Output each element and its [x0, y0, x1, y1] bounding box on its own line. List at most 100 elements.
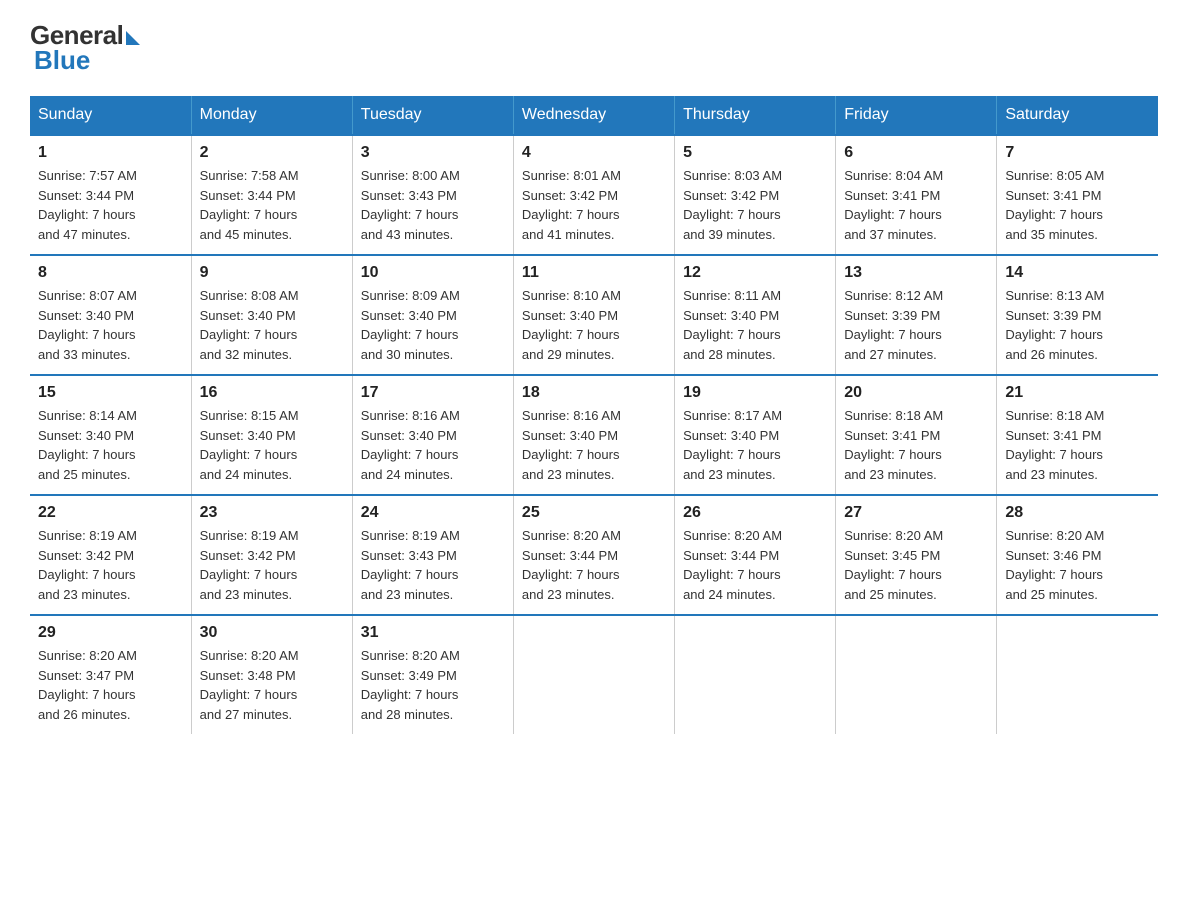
- day-info: Sunrise: 8:12 AMSunset: 3:39 PMDaylight:…: [844, 288, 943, 362]
- day-number: 31: [361, 624, 505, 642]
- calendar-week-row: 15 Sunrise: 8:14 AMSunset: 3:40 PMDaylig…: [30, 375, 1158, 495]
- day-number: 5: [683, 144, 827, 162]
- calendar-cell: 3 Sunrise: 8:00 AMSunset: 3:43 PMDayligh…: [352, 135, 513, 255]
- day-number: 28: [1005, 504, 1150, 522]
- calendar-cell: 8 Sunrise: 8:07 AMSunset: 3:40 PMDayligh…: [30, 255, 191, 375]
- day-info: Sunrise: 8:15 AMSunset: 3:40 PMDaylight:…: [200, 408, 299, 482]
- day-info: Sunrise: 8:16 AMSunset: 3:40 PMDaylight:…: [361, 408, 460, 482]
- calendar-cell: 28 Sunrise: 8:20 AMSunset: 3:46 PMDaylig…: [997, 495, 1158, 615]
- calendar-cell: 30 Sunrise: 8:20 AMSunset: 3:48 PMDaylig…: [191, 615, 352, 734]
- header-sunday: Sunday: [30, 96, 191, 135]
- calendar-header-row: SundayMondayTuesdayWednesdayThursdayFrid…: [30, 96, 1158, 135]
- logo-blue-text: Blue: [32, 45, 90, 76]
- day-number: 25: [522, 504, 666, 522]
- day-info: Sunrise: 8:18 AMSunset: 3:41 PMDaylight:…: [844, 408, 943, 482]
- day-info: Sunrise: 8:16 AMSunset: 3:40 PMDaylight:…: [522, 408, 621, 482]
- day-number: 13: [844, 264, 988, 282]
- calendar-cell: 10 Sunrise: 8:09 AMSunset: 3:40 PMDaylig…: [352, 255, 513, 375]
- day-info: Sunrise: 8:18 AMSunset: 3:41 PMDaylight:…: [1005, 408, 1104, 482]
- day-number: 6: [844, 144, 988, 162]
- calendar-cell: 7 Sunrise: 8:05 AMSunset: 3:41 PMDayligh…: [997, 135, 1158, 255]
- calendar-cell: 15 Sunrise: 8:14 AMSunset: 3:40 PMDaylig…: [30, 375, 191, 495]
- day-info: Sunrise: 8:04 AMSunset: 3:41 PMDaylight:…: [844, 168, 943, 242]
- day-number: 23: [200, 504, 344, 522]
- calendar-cell: [513, 615, 674, 734]
- day-info: Sunrise: 8:19 AMSunset: 3:42 PMDaylight:…: [38, 528, 137, 602]
- day-info: Sunrise: 7:57 AMSunset: 3:44 PMDaylight:…: [38, 168, 137, 242]
- day-info: Sunrise: 8:07 AMSunset: 3:40 PMDaylight:…: [38, 288, 137, 362]
- day-number: 18: [522, 384, 666, 402]
- header-monday: Monday: [191, 96, 352, 135]
- calendar-cell: [675, 615, 836, 734]
- calendar-week-row: 29 Sunrise: 8:20 AMSunset: 3:47 PMDaylig…: [30, 615, 1158, 734]
- day-info: Sunrise: 8:11 AMSunset: 3:40 PMDaylight:…: [683, 288, 781, 362]
- day-info: Sunrise: 8:20 AMSunset: 3:46 PMDaylight:…: [1005, 528, 1104, 602]
- logo: General Blue: [30, 20, 140, 76]
- header-saturday: Saturday: [997, 96, 1158, 135]
- calendar-cell: 24 Sunrise: 8:19 AMSunset: 3:43 PMDaylig…: [352, 495, 513, 615]
- day-number: 30: [200, 624, 344, 642]
- day-number: 21: [1005, 384, 1150, 402]
- day-number: 9: [200, 264, 344, 282]
- day-number: 1: [38, 144, 183, 162]
- calendar-cell: 1 Sunrise: 7:57 AMSunset: 3:44 PMDayligh…: [30, 135, 191, 255]
- calendar-cell: [836, 615, 997, 734]
- calendar-cell: 23 Sunrise: 8:19 AMSunset: 3:42 PMDaylig…: [191, 495, 352, 615]
- day-number: 7: [1005, 144, 1150, 162]
- day-info: Sunrise: 8:20 AMSunset: 3:45 PMDaylight:…: [844, 528, 943, 602]
- day-number: 2: [200, 144, 344, 162]
- day-info: Sunrise: 8:09 AMSunset: 3:40 PMDaylight:…: [361, 288, 460, 362]
- calendar-cell: [997, 615, 1158, 734]
- calendar-cell: 27 Sunrise: 8:20 AMSunset: 3:45 PMDaylig…: [836, 495, 997, 615]
- day-info: Sunrise: 8:08 AMSunset: 3:40 PMDaylight:…: [200, 288, 299, 362]
- day-info: Sunrise: 8:05 AMSunset: 3:41 PMDaylight:…: [1005, 168, 1104, 242]
- day-number: 12: [683, 264, 827, 282]
- day-number: 3: [361, 144, 505, 162]
- day-number: 20: [844, 384, 988, 402]
- calendar-cell: 20 Sunrise: 8:18 AMSunset: 3:41 PMDaylig…: [836, 375, 997, 495]
- calendar-week-row: 1 Sunrise: 7:57 AMSunset: 3:44 PMDayligh…: [30, 135, 1158, 255]
- header-tuesday: Tuesday: [352, 96, 513, 135]
- calendar-cell: 2 Sunrise: 7:58 AMSunset: 3:44 PMDayligh…: [191, 135, 352, 255]
- day-info: Sunrise: 8:20 AMSunset: 3:47 PMDaylight:…: [38, 648, 137, 722]
- day-number: 27: [844, 504, 988, 522]
- day-info: Sunrise: 8:14 AMSunset: 3:40 PMDaylight:…: [38, 408, 137, 482]
- day-info: Sunrise: 8:20 AMSunset: 3:44 PMDaylight:…: [683, 528, 782, 602]
- calendar-cell: 14 Sunrise: 8:13 AMSunset: 3:39 PMDaylig…: [997, 255, 1158, 375]
- day-info: Sunrise: 8:19 AMSunset: 3:43 PMDaylight:…: [361, 528, 460, 602]
- header-thursday: Thursday: [675, 96, 836, 135]
- calendar-week-row: 8 Sunrise: 8:07 AMSunset: 3:40 PMDayligh…: [30, 255, 1158, 375]
- day-info: Sunrise: 8:13 AMSunset: 3:39 PMDaylight:…: [1005, 288, 1104, 362]
- calendar-cell: 9 Sunrise: 8:08 AMSunset: 3:40 PMDayligh…: [191, 255, 352, 375]
- day-number: 14: [1005, 264, 1150, 282]
- day-info: Sunrise: 8:03 AMSunset: 3:42 PMDaylight:…: [683, 168, 782, 242]
- calendar-cell: 16 Sunrise: 8:15 AMSunset: 3:40 PMDaylig…: [191, 375, 352, 495]
- page-header: General Blue: [30, 20, 1158, 76]
- header-friday: Friday: [836, 96, 997, 135]
- day-number: 11: [522, 264, 666, 282]
- day-number: 16: [200, 384, 344, 402]
- logo-arrow-icon: [126, 31, 140, 45]
- day-number: 8: [38, 264, 183, 282]
- calendar-cell: 17 Sunrise: 8:16 AMSunset: 3:40 PMDaylig…: [352, 375, 513, 495]
- day-info: Sunrise: 8:20 AMSunset: 3:49 PMDaylight:…: [361, 648, 460, 722]
- calendar-cell: 11 Sunrise: 8:10 AMSunset: 3:40 PMDaylig…: [513, 255, 674, 375]
- calendar-cell: 22 Sunrise: 8:19 AMSunset: 3:42 PMDaylig…: [30, 495, 191, 615]
- calendar-cell: 25 Sunrise: 8:20 AMSunset: 3:44 PMDaylig…: [513, 495, 674, 615]
- day-info: Sunrise: 8:17 AMSunset: 3:40 PMDaylight:…: [683, 408, 782, 482]
- day-info: Sunrise: 7:58 AMSunset: 3:44 PMDaylight:…: [200, 168, 299, 242]
- day-number: 19: [683, 384, 827, 402]
- day-number: 4: [522, 144, 666, 162]
- calendar-cell: 5 Sunrise: 8:03 AMSunset: 3:42 PMDayligh…: [675, 135, 836, 255]
- day-info: Sunrise: 8:10 AMSunset: 3:40 PMDaylight:…: [522, 288, 621, 362]
- calendar-week-row: 22 Sunrise: 8:19 AMSunset: 3:42 PMDaylig…: [30, 495, 1158, 615]
- day-info: Sunrise: 8:20 AMSunset: 3:44 PMDaylight:…: [522, 528, 621, 602]
- day-info: Sunrise: 8:01 AMSunset: 3:42 PMDaylight:…: [522, 168, 621, 242]
- calendar-cell: 12 Sunrise: 8:11 AMSunset: 3:40 PMDaylig…: [675, 255, 836, 375]
- day-number: 22: [38, 504, 183, 522]
- day-info: Sunrise: 8:19 AMSunset: 3:42 PMDaylight:…: [200, 528, 299, 602]
- calendar-cell: 4 Sunrise: 8:01 AMSunset: 3:42 PMDayligh…: [513, 135, 674, 255]
- day-number: 17: [361, 384, 505, 402]
- day-info: Sunrise: 8:00 AMSunset: 3:43 PMDaylight:…: [361, 168, 460, 242]
- day-info: Sunrise: 8:20 AMSunset: 3:48 PMDaylight:…: [200, 648, 299, 722]
